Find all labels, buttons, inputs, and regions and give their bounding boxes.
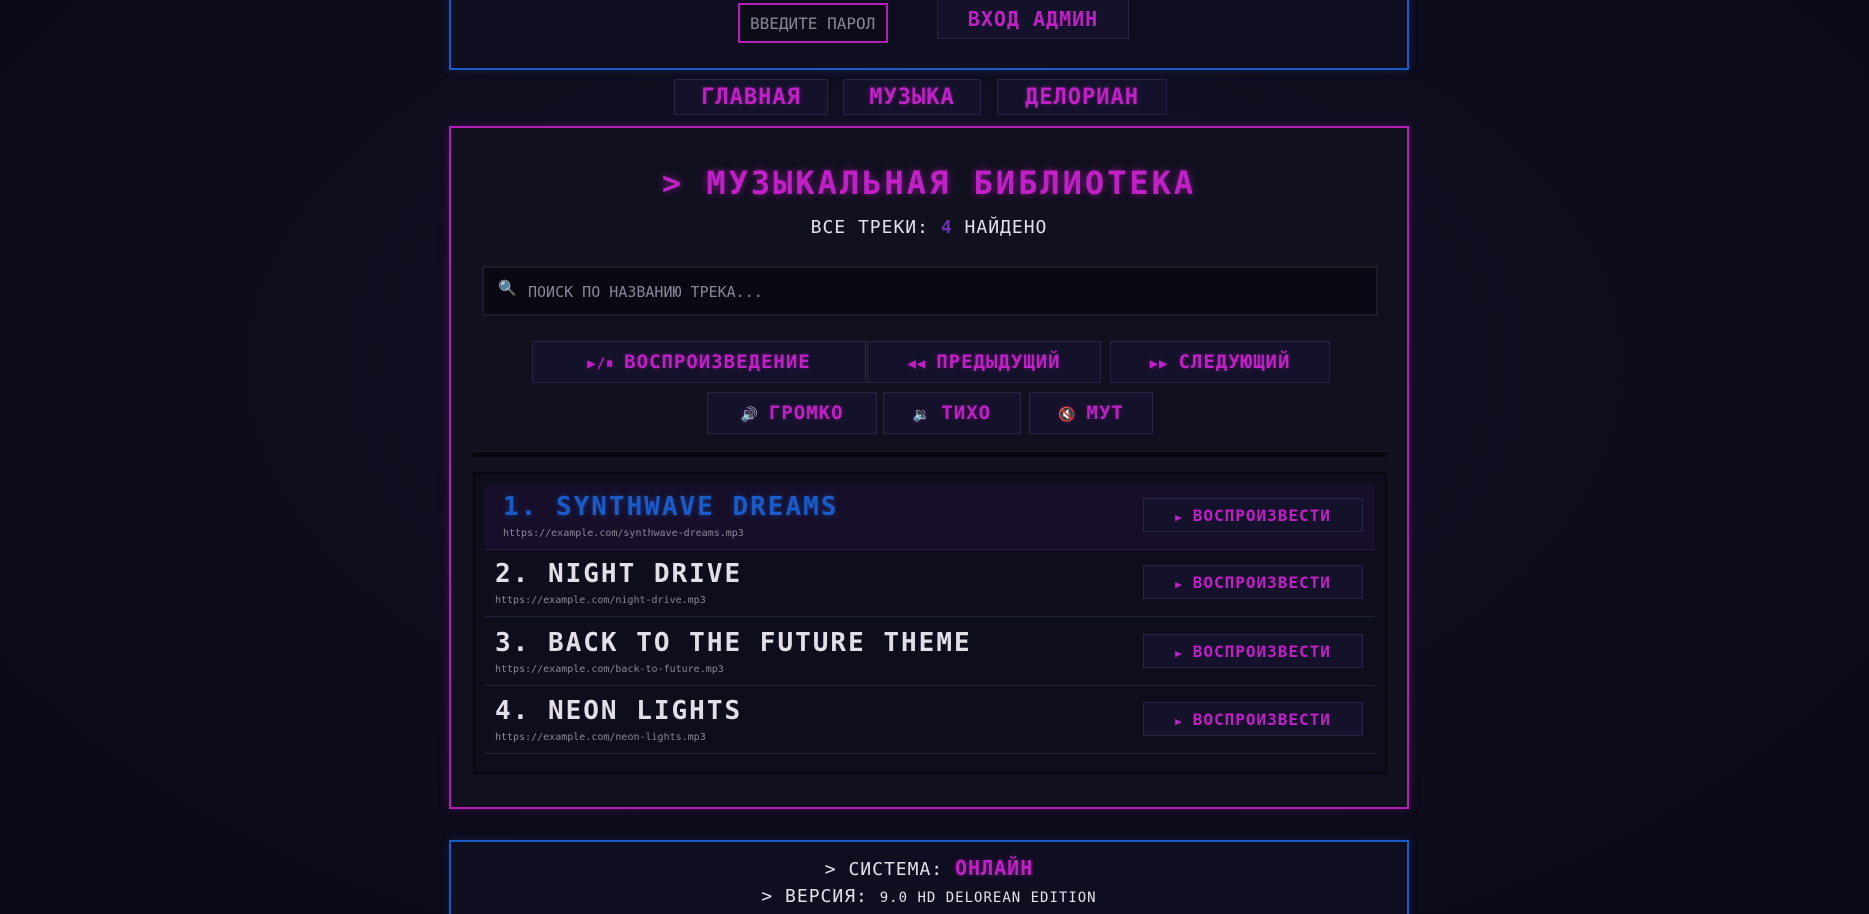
previous-label: ПРЕДЫДУЩИЙ [936, 351, 1061, 373]
page: ВХОД АДМИН ГЛАВНАЯ МУЗЫКА ДЕЛОРИАН > МУЗ… [0, 0, 1869, 914]
track-search: 🔍 [482, 266, 1378, 316]
track-count-prefix: ВСЕ ТРЕКИ: [810, 217, 929, 238]
track-title: 2. NIGHT DRIVE [495, 559, 743, 589]
track-title: 4. NEON LIGHTS [495, 696, 743, 726]
track-item-4[interactable]: 4. NEON LIGHTS https://example.com/neon-… [485, 688, 1375, 754]
play-pause-button[interactable]: ▶/⏸ ВОСПРОИЗВЕДЕНИЕ [532, 341, 866, 383]
version-line: > ВЕРСИЯ: 9.0 HD DELOREAN EDITION [451, 886, 1407, 907]
track-url: https://example.com/synthwave-dreams.mp3 [503, 528, 744, 539]
track-list: 1. SYNTHWAVE DREAMS https://example.com/… [473, 472, 1387, 774]
track-search-input[interactable] [526, 268, 1370, 316]
mute-button[interactable]: 🔇 МУТ [1029, 392, 1153, 434]
volume-up-button[interactable]: 🔊 ГРОМКО [707, 392, 877, 434]
nav-item-music[interactable]: МУЗЫКА [843, 79, 981, 115]
track-url: https://example.com/neon-lights.mp3 [495, 732, 706, 743]
nav-item-delorean[interactable]: ДЕЛОРИАН [997, 79, 1167, 115]
track-item-2[interactable]: 2. NIGHT DRIVE https://example.com/night… [485, 551, 1375, 617]
next-icon: ▶▶ [1149, 356, 1169, 372]
music-library-panel: > МУЗЫКАЛЬНАЯ БИБЛИОТЕКА ВСЕ ТРЕКИ: 4 НА… [449, 126, 1409, 809]
mute-icon: 🔇 [1058, 407, 1077, 423]
play-pause-icon: ▶/⏸ [587, 356, 615, 372]
admin-panel: ВХОД АДМИН [449, 0, 1409, 70]
previous-track-button[interactable]: ◀◀ ПРЕДЫДУЩИЙ [867, 341, 1101, 383]
nav-item-home[interactable]: ГЛАВНАЯ [674, 79, 828, 115]
track-play-button[interactable]: ▶ ВОСПРОИЗВЕСТИ [1143, 634, 1363, 668]
system-label: > СИСТЕМА: [824, 859, 944, 880]
track-url: https://example.com/night-drive.mp3 [495, 595, 706, 606]
volume-down-label: ТИХО [941, 402, 992, 424]
volume-down-icon: 🔉 [912, 407, 932, 423]
library-title: > МУЗЫКАЛЬНАЯ БИБЛИОТЕКА [661, 164, 1197, 202]
play-pause-label: ВОСПРОИЗВЕДЕНИЕ [624, 351, 811, 373]
main-nav: ГЛАВНАЯ МУЗЫКА ДЕЛОРИАН [0, 79, 1869, 115]
next-track-button[interactable]: ▶▶ СЛЕДУЮЩИЙ [1110, 341, 1330, 383]
previous-icon: ◀◀ [907, 356, 927, 372]
track-count-suffix: НАЙДЕНО [964, 217, 1048, 238]
track-count: ВСЕ ТРЕКИ: 4 НАЙДЕНО [451, 217, 1407, 238]
volume-up-label: ГРОМКО [768, 402, 844, 424]
version-label: > ВЕРСИЯ: [761, 886, 868, 907]
track-title: 1. SYNTHWAVE DREAMS [503, 492, 839, 522]
track-play-label: ВОСПРОИЗВЕСТИ [1192, 505, 1331, 525]
play-icon: ▶ [1175, 714, 1183, 728]
play-icon: ▶ [1175, 577, 1183, 591]
mute-label: МУТ [1086, 402, 1124, 424]
track-play-button[interactable]: ▶ ВОСПРОИЗВЕСТИ [1143, 565, 1363, 599]
controls-divider [473, 451, 1387, 457]
track-title: 3. BACK TO THE FUTURE THEME [495, 628, 972, 658]
track-play-button[interactable]: ▶ ВОСПРОИЗВЕСТИ [1143, 498, 1363, 532]
track-item-1[interactable]: 1. SYNTHWAVE DREAMS https://example.com/… [485, 484, 1375, 550]
play-icon: ▶ [1175, 510, 1183, 524]
system-status-line: > СИСТЕМА: ОНЛАЙН [451, 856, 1407, 880]
search-icon: 🔍 [498, 279, 517, 297]
play-icon: ▶ [1175, 646, 1183, 660]
next-label: СЛЕДУЮЩИЙ [1178, 351, 1291, 373]
track-play-label: ВОСПРОИЗВЕСТИ [1192, 641, 1331, 661]
track-item-3[interactable]: 3. BACK TO THE FUTURE THEME https://exam… [485, 620, 1375, 686]
system-footer: > СИСТЕМА: ОНЛАЙН > ВЕРСИЯ: 9.0 HD DELOR… [449, 840, 1409, 914]
volume-down-button[interactable]: 🔉 ТИХО [883, 392, 1021, 434]
admin-login-button[interactable]: ВХОД АДМИН [937, 0, 1129, 39]
track-play-label: ВОСПРОИЗВЕСТИ [1192, 572, 1331, 592]
track-count-number: 4 [940, 217, 953, 238]
admin-password-input[interactable] [738, 3, 888, 43]
track-url: https://example.com/back-to-future.mp3 [495, 664, 724, 675]
track-play-label: ВОСПРОИЗВЕСТИ [1192, 709, 1331, 729]
version-value: 9.0 HD DELOREAN EDITION [879, 890, 1097, 906]
system-status: ОНЛАЙН [954, 856, 1034, 880]
track-play-button[interactable]: ▶ ВОСПРОИЗВЕСТИ [1143, 702, 1363, 736]
volume-up-icon: 🔊 [740, 407, 759, 423]
